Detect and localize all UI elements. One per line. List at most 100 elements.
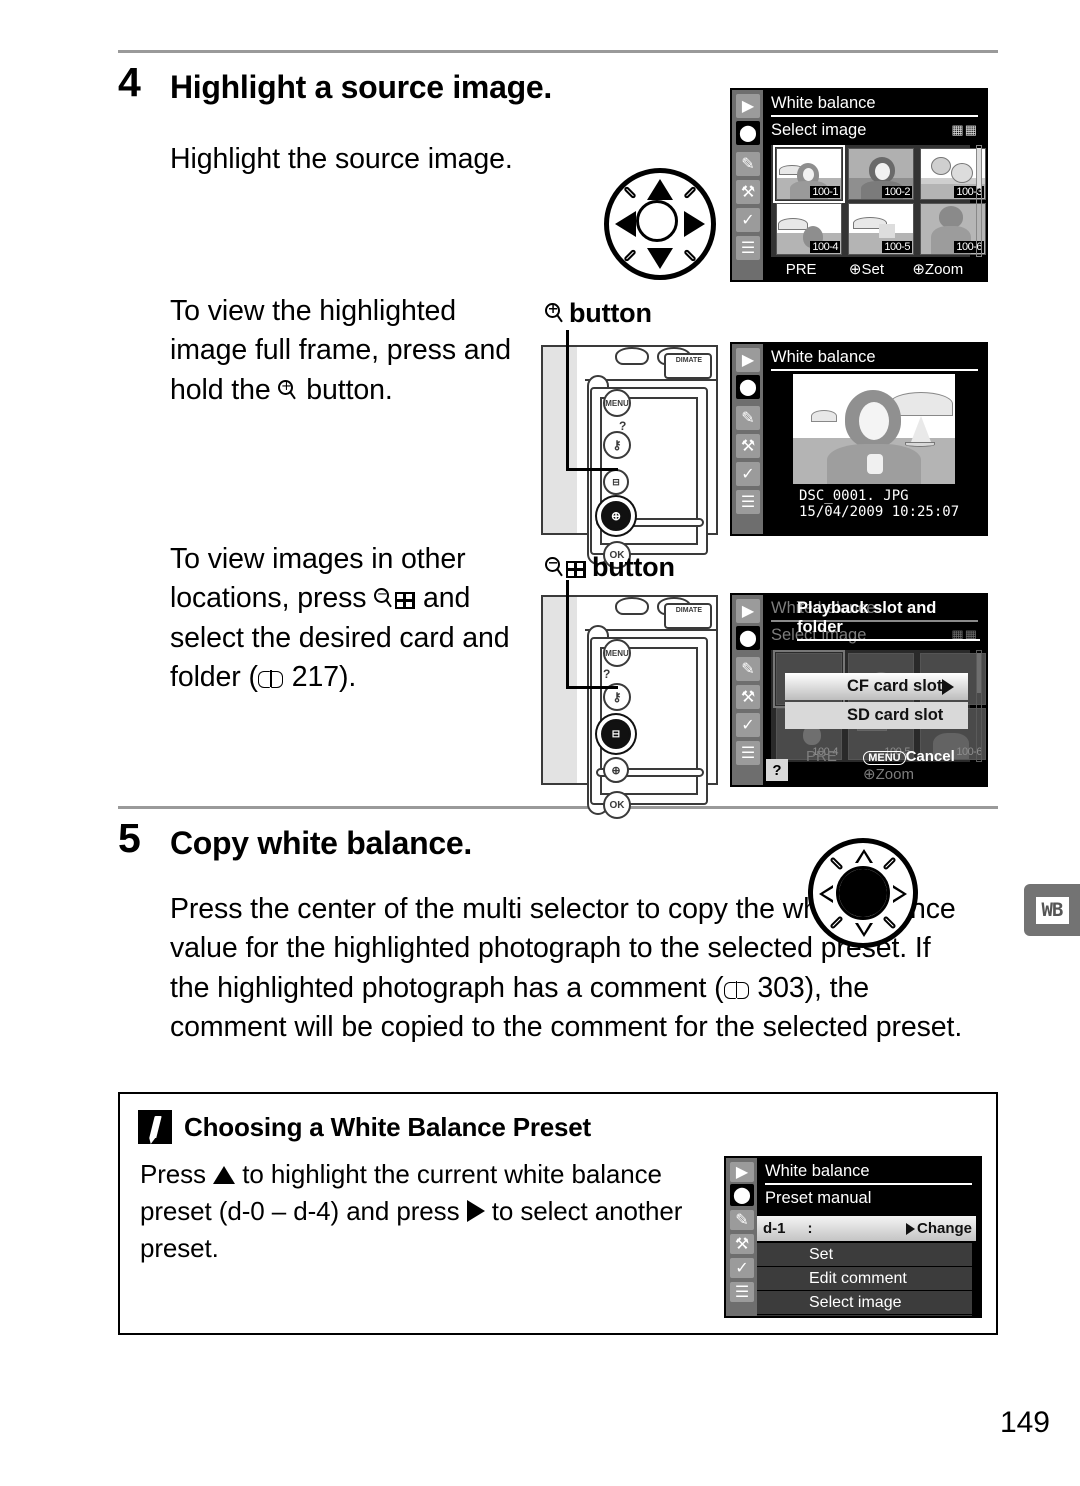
recent-settings-icon[interactable]: ☰ (736, 741, 760, 765)
shooting-menu-icon[interactable]: ⬤ (730, 1184, 754, 1206)
full-frame-image (793, 374, 955, 484)
set-icon: ⊕ (848, 261, 862, 278)
lcd-subtitle: Preset manual (765, 1189, 872, 1207)
playback-menu-icon[interactable]: ▶ (736, 94, 760, 118)
retouch-menu-icon[interactable]: ✓ (730, 1258, 754, 1278)
change-label: Change (916, 1220, 972, 1237)
custom-settings-icon[interactable]: ✎ (736, 406, 760, 430)
thumbnail-grid-icon (566, 561, 586, 578)
book-reference-icon (723, 980, 750, 999)
callout-line-zoom-vertical (566, 330, 569, 470)
thumbnail-scrollbar[interactable] (976, 145, 982, 257)
step-4-paragraph-2: To view the highlighted image full frame… (170, 292, 520, 410)
playback-menu-icon[interactable]: ▶ (736, 348, 760, 372)
preset-colon: : (807, 1220, 813, 1237)
recent-settings-icon[interactable]: ☰ (736, 490, 760, 514)
thumbnail-label: 100-5 (882, 241, 912, 253)
zoom-button-caption: + button (545, 298, 652, 329)
retouch-menu-icon[interactable]: ✓ (736, 462, 760, 486)
footer-pre-label: PRE (785, 261, 817, 278)
retouch-menu-icon[interactable]: ✓ (736, 208, 760, 232)
preset-label: d-1 (763, 1220, 786, 1237)
preset-selector-row[interactable]: d-1 : Change (757, 1216, 976, 1241)
note-title: Choosing a White Balance Preset (184, 1112, 592, 1142)
card-slot-indicator-icons: ▦▦ (951, 122, 978, 137)
custom-settings-icon[interactable]: ✎ (736, 152, 760, 176)
chevron-right-icon (905, 1222, 915, 1235)
step-4-paragraph-3-page: 217 (291, 660, 339, 693)
custom-settings-icon[interactable]: ✎ (730, 1210, 754, 1230)
step-4-title: Highlight a source image. (170, 69, 552, 105)
page-number: 149 (999, 1406, 1050, 1439)
thumbnail-label: 100-4 (810, 241, 840, 253)
menu-item-select-image[interactable]: Select image (757, 1291, 972, 1314)
top-divider (118, 50, 998, 53)
note-box: Choosing a White Balance Preset Press to… (118, 1092, 998, 1335)
image-filename: DSC_0001. JPG (799, 488, 909, 504)
zoom-button-caption-label: button (569, 298, 652, 328)
zoom-button-icon: ⊕ (601, 501, 631, 531)
shooting-menu-icon[interactable]: ⬤ (736, 375, 760, 399)
custom-settings-icon[interactable]: ✎ (736, 657, 760, 681)
image-timestamp: 15/04/2009 10:25:07 (799, 504, 960, 520)
playback-menu-icon[interactable]: ▶ (730, 1162, 754, 1182)
thumbnail-item[interactable]: 100-5 (848, 203, 914, 255)
footer-pre-label: PRE (806, 748, 837, 765)
menu-button-icon: MENU (603, 639, 631, 667)
lcd-preset-manual: ▶ ⬤ ✎ ⚒ ✓ ☰ White balance Preset manual … (724, 1156, 982, 1318)
zoom-in-icon: + (545, 302, 565, 324)
retouch-menu-icon[interactable]: ✓ (736, 713, 760, 737)
thumbnail-grid-icon (395, 592, 416, 610)
multi-selector-illustration-step5 (808, 838, 918, 948)
white-balance-tab-label: WB (1035, 896, 1069, 924)
multi-selector-illustration-step4 (604, 168, 716, 280)
setup-menu-icon[interactable]: ⚒ (730, 1234, 754, 1254)
step-4-paragraph-2-post: button. (298, 373, 393, 406)
step-5-paragraph-page: 303 (757, 971, 805, 1004)
lcd-subtitle: Select image (771, 121, 867, 139)
thumbnail-button-caption: − button (545, 552, 675, 583)
menu-item-edit-comment[interactable]: Edit comment (757, 1267, 972, 1290)
zoom-out-icon: − (545, 556, 565, 578)
zoom-icon: ⊕ (912, 261, 925, 278)
note-text-a: Press (140, 1159, 214, 1189)
step-4-paragraph-3: To view images in other locations, press… (170, 540, 530, 697)
dialog-option-label: SD card slot (847, 706, 944, 724)
thumbnail-item[interactable]: 100-4 (776, 203, 842, 255)
lcd-full-frame-preview: ▶ ⬤ ✎ ⚒ ✓ ☰ White balance DSC_0001. JPG (730, 342, 988, 536)
footer-zoom-label: Zoom (924, 261, 964, 278)
menu-item-set[interactable]: Set (757, 1243, 972, 1266)
book-reference-icon (257, 669, 284, 688)
dialog-option-label: CF card slot (847, 677, 943, 695)
shooting-menu-icon[interactable]: ⬤ (736, 121, 760, 145)
thumbnail-scrollbar (976, 650, 982, 762)
recent-settings-icon[interactable]: ☰ (736, 236, 760, 260)
pencil-note-icon (138, 1110, 172, 1144)
thumbnail-label: 100-1 (810, 186, 840, 198)
setup-menu-icon[interactable]: ⚒ (736, 180, 760, 204)
playback-menu-icon[interactable]: ▶ (736, 599, 760, 623)
chevron-right-icon (942, 678, 954, 695)
setup-menu-icon[interactable]: ⚒ (736, 685, 760, 709)
dialog-option-sd-card-slot[interactable]: SD card slot (785, 702, 968, 729)
thumbnail-item[interactable]: 100-1 (773, 145, 845, 203)
change-button[interactable]: Change (905, 1220, 972, 1237)
lcd-menu-sidebar: ▶ ⬤ ✎ ⚒ ✓ ☰ (732, 90, 763, 280)
step-5-title: Copy white balance. (170, 825, 472, 861)
footer-zoom-label: Zoom (875, 766, 914, 783)
thumbnail-pane: 100-1 100-2 100-3 100-4 100-5 100-6 (771, 145, 986, 257)
note-body: Press to highlight the current white bal… (140, 1156, 720, 1267)
shooting-menu-icon[interactable]: ⬤ (736, 626, 760, 650)
setup-menu-icon[interactable]: ⚒ (736, 434, 760, 458)
step-4-paragraph-1: Highlight the source image. (170, 143, 513, 175)
help-button-icon[interactable]: ? (766, 759, 788, 781)
recent-settings-icon[interactable]: ☰ (730, 1282, 754, 1302)
thumbnail-item[interactable]: 100-2 (848, 148, 914, 200)
lcd-menu-sidebar: ▶ ⬤ ✎ ⚒ ✓ ☰ (732, 595, 763, 785)
lcd-menu-sidebar: ▶ ⬤ ✎ ⚒ ✓ ☰ (726, 1158, 757, 1316)
lcd-title: White balance (771, 94, 978, 117)
zoom-button-icon: ⊕ (603, 757, 629, 783)
menu-button-icon: MENU (603, 389, 631, 417)
menu-item-copy-d0[interactable]: Copy d-0 (757, 1315, 972, 1316)
dialog-option-cf-card-slot[interactable]: CF card slot (785, 673, 968, 700)
